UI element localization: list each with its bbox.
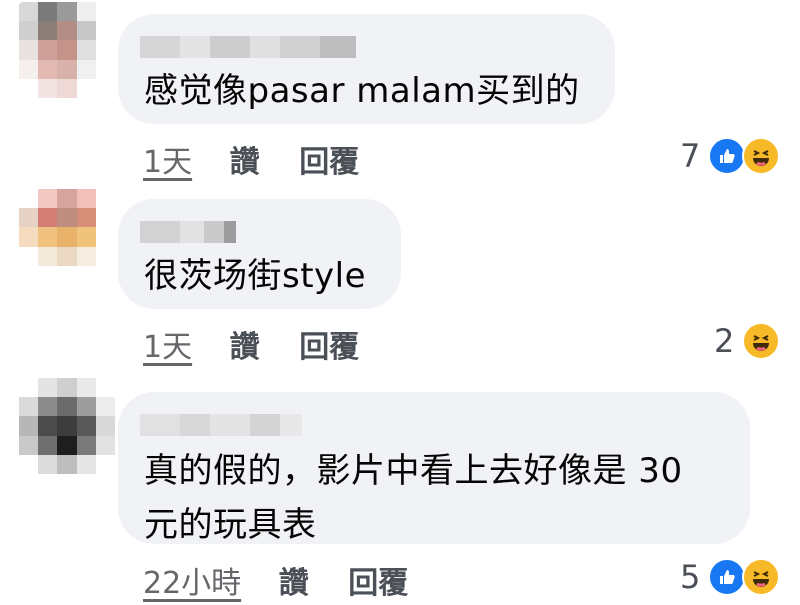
comment-actions: 1天 讚 回覆 <box>143 137 359 181</box>
blurred-author-name[interactable] <box>140 221 236 243</box>
avatar[interactable] <box>19 378 115 474</box>
comment-text: 很茨场街style <box>144 256 367 296</box>
timestamp-link[interactable]: 1天 <box>143 330 192 365</box>
haha-icon <box>742 137 781 175</box>
reaction-count: 5 <box>680 558 701 596</box>
reaction-summary[interactable]: 5 <box>680 558 781 596</box>
reply-button[interactable]: 回覆 <box>348 566 408 601</box>
reaction-count: 7 <box>680 137 701 175</box>
haha-icon <box>742 322 781 360</box>
comment-actions: 22小時 讚 回覆 <box>143 558 408 602</box>
comment-text: 感觉像pasar malam买到的 <box>144 71 580 111</box>
comment-actions: 1天 讚 回覆 <box>143 322 359 366</box>
timestamp-link[interactable]: 1天 <box>143 145 192 180</box>
blurred-author-name[interactable] <box>140 414 302 436</box>
reaction-count: 2 <box>714 322 735 360</box>
like-icon <box>708 558 747 596</box>
comment-bubble: 很茨场街style <box>118 199 401 309</box>
like-button[interactable]: 讚 <box>230 330 260 365</box>
timestamp-link[interactable]: 22小時 <box>143 566 241 601</box>
comment-text: 真的假的，影片中看上去好像是 30 元的玩具表 <box>144 451 683 545</box>
reply-button[interactable]: 回覆 <box>299 145 359 180</box>
reaction-summary[interactable]: 2 <box>714 322 781 360</box>
avatar[interactable] <box>19 2 115 98</box>
reply-button[interactable]: 回覆 <box>299 330 359 365</box>
like-button[interactable]: 讚 <box>230 145 260 180</box>
blurred-author-name[interactable] <box>140 36 356 58</box>
comment-bubble: 真的假的，影片中看上去好像是 30 元的玩具表 <box>118 392 750 545</box>
like-icon <box>708 137 747 175</box>
reaction-summary[interactable]: 7 <box>680 137 781 175</box>
avatar[interactable] <box>19 189 115 285</box>
like-button[interactable]: 讚 <box>279 566 309 601</box>
haha-icon <box>742 558 781 596</box>
comment-bubble: 感觉像pasar malam买到的 <box>118 14 615 124</box>
